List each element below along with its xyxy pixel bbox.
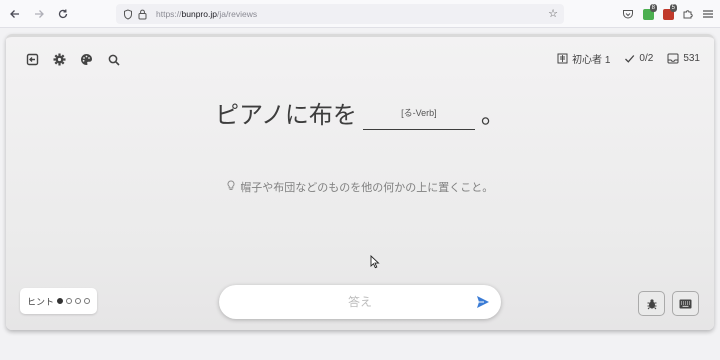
question-sentence: ピアノに布を [る-Verb] 。	[6, 95, 714, 130]
exit-button[interactable]	[22, 49, 43, 70]
puzzle-extensions-icon[interactable]	[678, 4, 698, 24]
pocket-icon[interactable]	[618, 4, 638, 24]
extension-green-icon[interactable]: 8	[638, 4, 658, 24]
shield-icon[interactable]	[122, 8, 134, 20]
forward-button[interactable]	[28, 3, 50, 25]
extension-red-icon[interactable]: 5	[658, 4, 678, 24]
bug-icon	[647, 298, 656, 309]
keyboard-icon	[679, 299, 692, 308]
sentence-before: ピアノに布を	[215, 101, 357, 129]
remaining-stat: 531	[667, 53, 700, 64]
exit-icon	[26, 53, 39, 66]
inbox-icon	[667, 53, 679, 64]
bookmark-star-icon[interactable]: ☆	[548, 7, 558, 20]
grammar-hint-tag: [る-Verb]	[401, 108, 437, 118]
translation-hint: 帽子や布団などのものを他の何かの上に置くこと。	[6, 179, 714, 195]
search-icon	[108, 54, 120, 66]
search-button[interactable]	[103, 49, 124, 70]
browser-toolbar: https://bunpro.jp/ja/reviews ☆ 8 5	[0, 0, 720, 28]
progress-count: 0/2	[639, 53, 654, 64]
palette-icon	[81, 54, 93, 65]
lightbulb-icon	[227, 180, 239, 194]
menu-icon[interactable]	[698, 4, 718, 24]
book-icon	[557, 53, 568, 64]
hint-label: ヒント	[27, 297, 55, 308]
arrow-left-icon	[10, 9, 19, 18]
mouse-cursor-icon	[370, 255, 380, 269]
back-button[interactable]	[4, 3, 26, 25]
remaining-count: 531	[683, 53, 700, 64]
review-toolbar	[22, 49, 124, 70]
answer-input[interactable]	[250, 295, 470, 309]
translation-text: 帽子や布団などのものを他の何かの上に置くこと。	[240, 181, 494, 194]
url-text: https://bunpro.jp/ja/reviews	[156, 9, 258, 19]
keyboard-button[interactable]	[672, 291, 699, 316]
answer-box	[219, 285, 501, 319]
send-icon[interactable]	[475, 294, 491, 310]
sentence-after: 。	[480, 101, 505, 129]
hint-toggle[interactable]: ヒント	[20, 288, 97, 314]
review-stats: 初心者 1 0/2 531	[557, 51, 700, 66]
check-icon	[625, 55, 635, 63]
arrow-right-icon	[35, 9, 44, 18]
lock-icon[interactable]	[136, 8, 148, 20]
hint-dot	[57, 298, 64, 304]
gear-icon	[53, 53, 66, 66]
hint-dot	[75, 298, 82, 304]
review-card: 初心者 1 0/2 531 ピアノに布を [る-Verb] 。 帽子や布団などのもの…	[6, 34, 714, 330]
report-bug-button[interactable]	[638, 291, 665, 316]
hint-dot	[84, 298, 91, 304]
answer-blank: [る-Verb]	[362, 98, 475, 130]
level-label: 初心者 1	[572, 55, 611, 66]
reload-button[interactable]	[52, 3, 74, 25]
reload-icon	[58, 9, 68, 18]
settings-button[interactable]	[49, 49, 70, 70]
address-bar[interactable]: https://bunpro.jp/ja/reviews ☆	[116, 4, 564, 24]
theme-button[interactable]	[76, 49, 97, 70]
level-stat: 初心者 1	[557, 51, 610, 66]
hint-dot	[66, 298, 73, 304]
progress-stat: 0/2	[624, 53, 653, 64]
